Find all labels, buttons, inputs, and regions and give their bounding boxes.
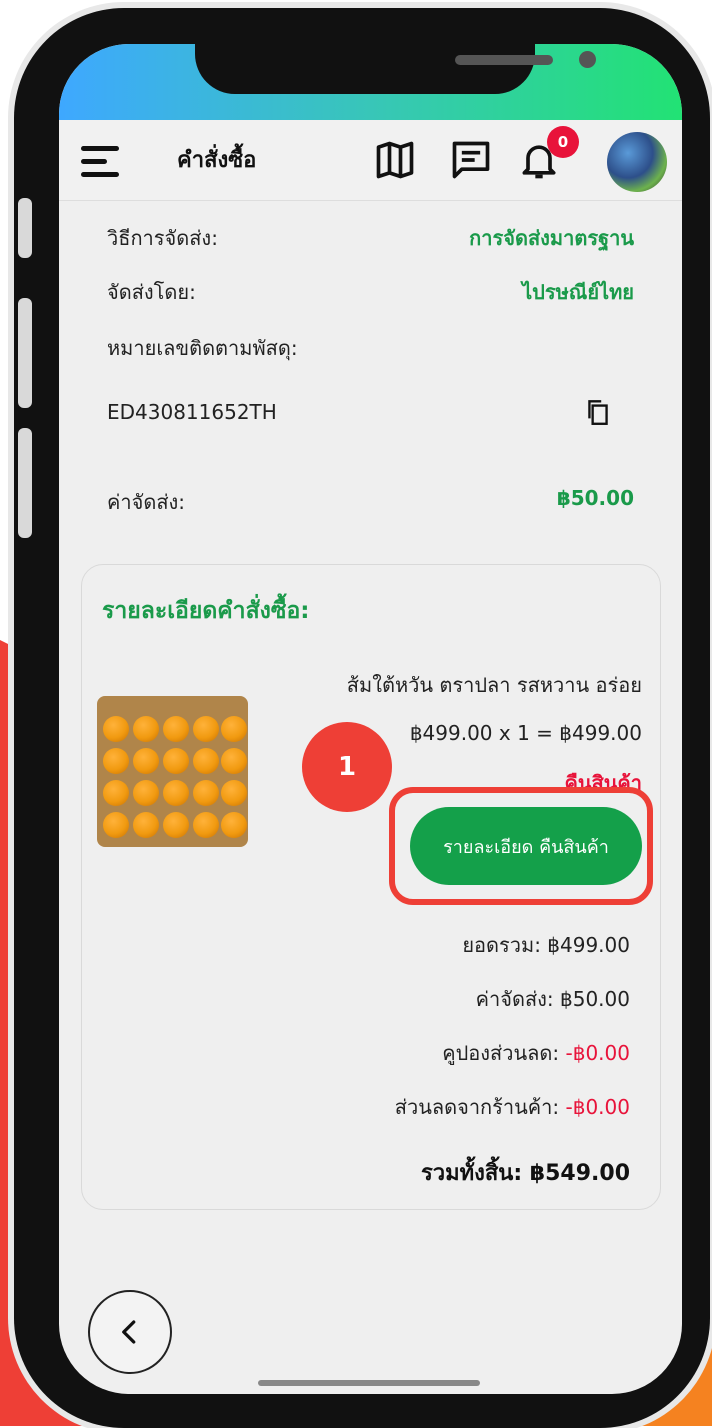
page-title: คำสั่งซื้อ: [177, 148, 257, 173]
shop-discount-value: -฿0.00: [565, 1095, 630, 1119]
app-header: คำสั่งซื้อ 0: [59, 120, 682, 201]
shipping-method-label: วิธีการจัดส่ง:: [107, 226, 218, 250]
chat-icon[interactable]: [449, 138, 493, 182]
tracking-number: ED430811652TH: [107, 400, 277, 424]
shop-discount-label: ส่วนลดจากร้านค้า:: [394, 1095, 566, 1119]
phone-notch: [195, 44, 596, 94]
shipping-method-value: การจัดส่งมาตรฐาน: [469, 226, 634, 250]
avatar[interactable]: [607, 132, 667, 192]
speaker: [455, 55, 553, 65]
order-total: รวมทั้งสิ้น: ฿549.00: [420, 1161, 630, 1186]
notification-badge: 0: [547, 126, 579, 158]
order-shipping-fee: ค่าจัดส่ง: ฿50.00: [475, 987, 630, 1011]
shipping-fee-label: ค่าจัดส่ง:: [107, 490, 186, 514]
back-button[interactable]: [88, 1290, 172, 1374]
order-detail-title: รายละเอียดคำสั่งซื้อ:: [102, 598, 310, 624]
phone-side-button: [18, 198, 32, 258]
coupon-discount-label: คูปองส่วนลด:: [442, 1041, 566, 1065]
shipping-fee-value: ฿50.00: [556, 486, 634, 510]
product-name: ส้มใต้หวัน ตราปลา รสหวาน อร่อย: [346, 673, 642, 697]
subtotal: ยอดรวม: ฿499.00: [462, 933, 630, 957]
tracking-label: หมายเลขติดตามพัสดุ:: [107, 336, 298, 360]
shop-discount: ส่วนลดจากร้านค้า: -฿0.00: [395, 1091, 630, 1123]
copy-icon[interactable]: [585, 397, 611, 427]
coupon-discount-value: -฿0.00: [565, 1041, 630, 1065]
phone-side-button: [18, 428, 32, 538]
home-indicator: [258, 1380, 480, 1386]
carrier-value: ไปรษณีย์ไทย: [522, 280, 634, 304]
front-camera: [579, 51, 596, 68]
back-arrow-icon: [122, 1320, 136, 1344]
callout-highlight-box: [389, 787, 653, 905]
phone-side-button: [18, 298, 32, 408]
product-price-line: ฿499.00 x 1 = ฿499.00: [409, 721, 642, 745]
app-screen: คำสั่งซื้อ 0 วิธีการจัดส่ง: การจัดส่งมาต…: [59, 44, 682, 1394]
coupon-discount: คูปองส่วนลด: -฿0.00: [442, 1037, 630, 1069]
carrier-label: จัดส่งโดย:: [107, 280, 196, 304]
step-callout: 1: [302, 722, 392, 812]
map-icon[interactable]: [373, 138, 417, 182]
hamburger-icon[interactable]: [81, 142, 121, 182]
product-image: [97, 696, 248, 847]
